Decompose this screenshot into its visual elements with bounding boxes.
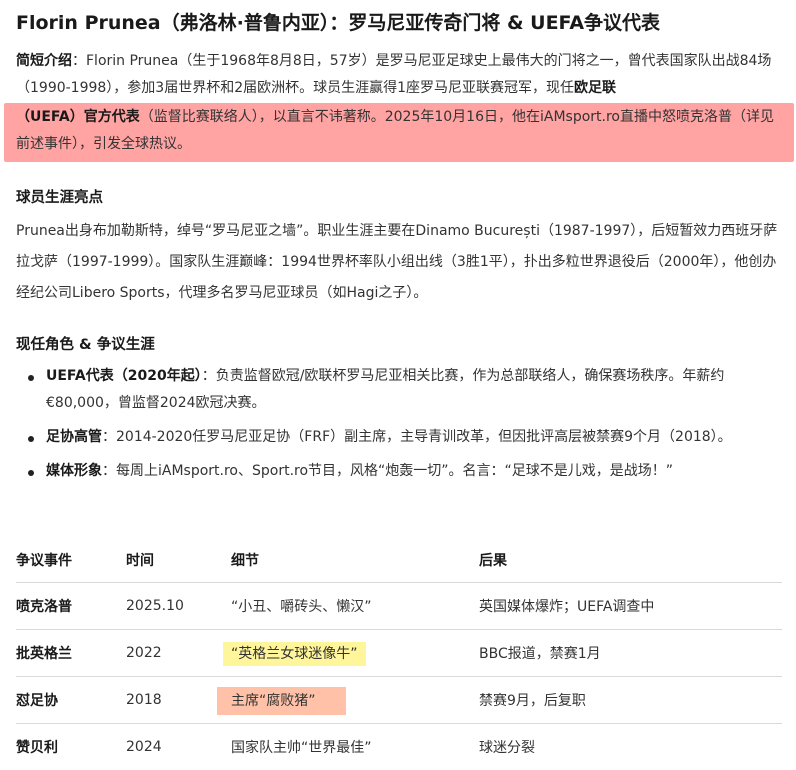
cell-detail: “英格兰女球迷像牛”: [231, 630, 479, 677]
detail-text: “小丑、嚼砖头、懒汉”: [231, 599, 372, 615]
header-detail: 细节: [231, 537, 479, 583]
detail-text: 国家队主帅“世界最佳”: [231, 740, 372, 756]
cell-event: 怼足协: [16, 677, 126, 724]
cell-result: 英国媒体爆炸；UEFA调查中: [479, 583, 782, 630]
intro-bold-1: 欧足联: [574, 80, 616, 96]
header-event: 争议事件: [16, 537, 126, 583]
cell-event: 批英格兰: [16, 630, 126, 677]
intro-bold-2: （UEFA）官方代表: [16, 109, 140, 125]
cell-result: 禁赛9月，后复职: [479, 677, 782, 724]
controversy-table: 争议事件 时间 细节 后果 喷克洛普 2025.10 “小丑、嚼砖头、懒汉” 英…: [16, 537, 782, 770]
career-paragraph: Prunea出身布加勒斯特，绰号“罗马尼亚之墙”。职业生涯主要在Dinamo B…: [16, 216, 782, 309]
header-result: 后果: [479, 537, 782, 583]
roles-heading: 现任角色 & 争议生涯: [16, 333, 155, 354]
page-title: Florin Prunea（弗洛林·普鲁内亚）：罗马尼亚传奇门将 & UEFA争…: [16, 8, 660, 35]
cell-time: 2025.10: [126, 583, 231, 630]
cell-result: BBC报道，禁赛1月: [479, 630, 782, 677]
table-row: 怼足协 2018 主席“腐败猪” 禁赛9月，后复职: [16, 677, 782, 724]
table-row: 批英格兰 2022 “英格兰女球迷像牛” BBC报道，禁赛1月: [16, 630, 782, 677]
role-label: 足协高管: [46, 429, 102, 445]
header-time: 时间: [126, 537, 231, 583]
cell-time: 2018: [126, 677, 231, 724]
intro-paragraph: 简短介绍：Florin Prunea（生于1968年8月8日，57岁）是罗马尼亚…: [16, 48, 782, 102]
detail-highlight-orange: 主席“腐败猪”: [217, 687, 346, 715]
role-label: UEFA代表（2020年起）: [46, 368, 202, 384]
detail-highlight-yellow: “英格兰女球迷像牛”: [223, 642, 366, 666]
table-row: 赞贝利 2024 国家队主帅“世界最佳” 球迷分裂: [16, 724, 782, 770]
role-text: ：2014-2020任罗马尼亚足协（FRF）副主席，主导青训改革，但因批评高层被…: [102, 429, 732, 445]
list-item: UEFA代表（2020年起）：负责监督欧冠/欧联杯罗马尼亚相关比赛，作为总部联络…: [46, 363, 786, 417]
intro-label: 简短介绍: [16, 53, 72, 69]
cell-detail: “小丑、嚼砖头、懒汉”: [231, 583, 479, 630]
intro-highlight-text: （UEFA）官方代表（监督比赛联络人），以直言不讳著称。2025年10月16日，…: [16, 104, 786, 158]
cell-detail: 主席“腐败猪”: [231, 677, 479, 724]
intro-text-1: ：Florin Prunea（生于1968年8月8日，57岁）是罗马尼亚足球史上…: [16, 53, 771, 96]
cell-time: 2022: [126, 630, 231, 677]
cell-time: 2024: [126, 724, 231, 770]
table-header-row: 争议事件 时间 细节 后果: [16, 537, 782, 583]
list-item: 媒体形象：每周上iAMsport.ro、Sport.ro节目，风格“炮轰一切”。…: [46, 458, 786, 485]
roles-list: UEFA代表（2020年起）：负责监督欧冠/欧联杯罗马尼亚相关比赛，作为总部联络…: [16, 363, 786, 492]
cell-event: 赞贝利: [16, 724, 126, 770]
role-label: 媒体形象: [46, 463, 102, 479]
career-heading: 球员生涯亮点: [16, 186, 103, 207]
role-text: ：每周上iAMsport.ro、Sport.ro节目，风格“炮轰一切”。名言：“…: [102, 463, 673, 479]
cell-detail: 国家队主帅“世界最佳”: [231, 724, 479, 770]
table-row: 喷克洛普 2025.10 “小丑、嚼砖头、懒汉” 英国媒体爆炸；UEFA调查中: [16, 583, 782, 630]
cell-result: 球迷分裂: [479, 724, 782, 770]
cell-event: 喷克洛普: [16, 583, 126, 630]
list-item: 足协高管：2014-2020任罗马尼亚足协（FRF）副主席，主导青训改革，但因批…: [46, 424, 786, 451]
